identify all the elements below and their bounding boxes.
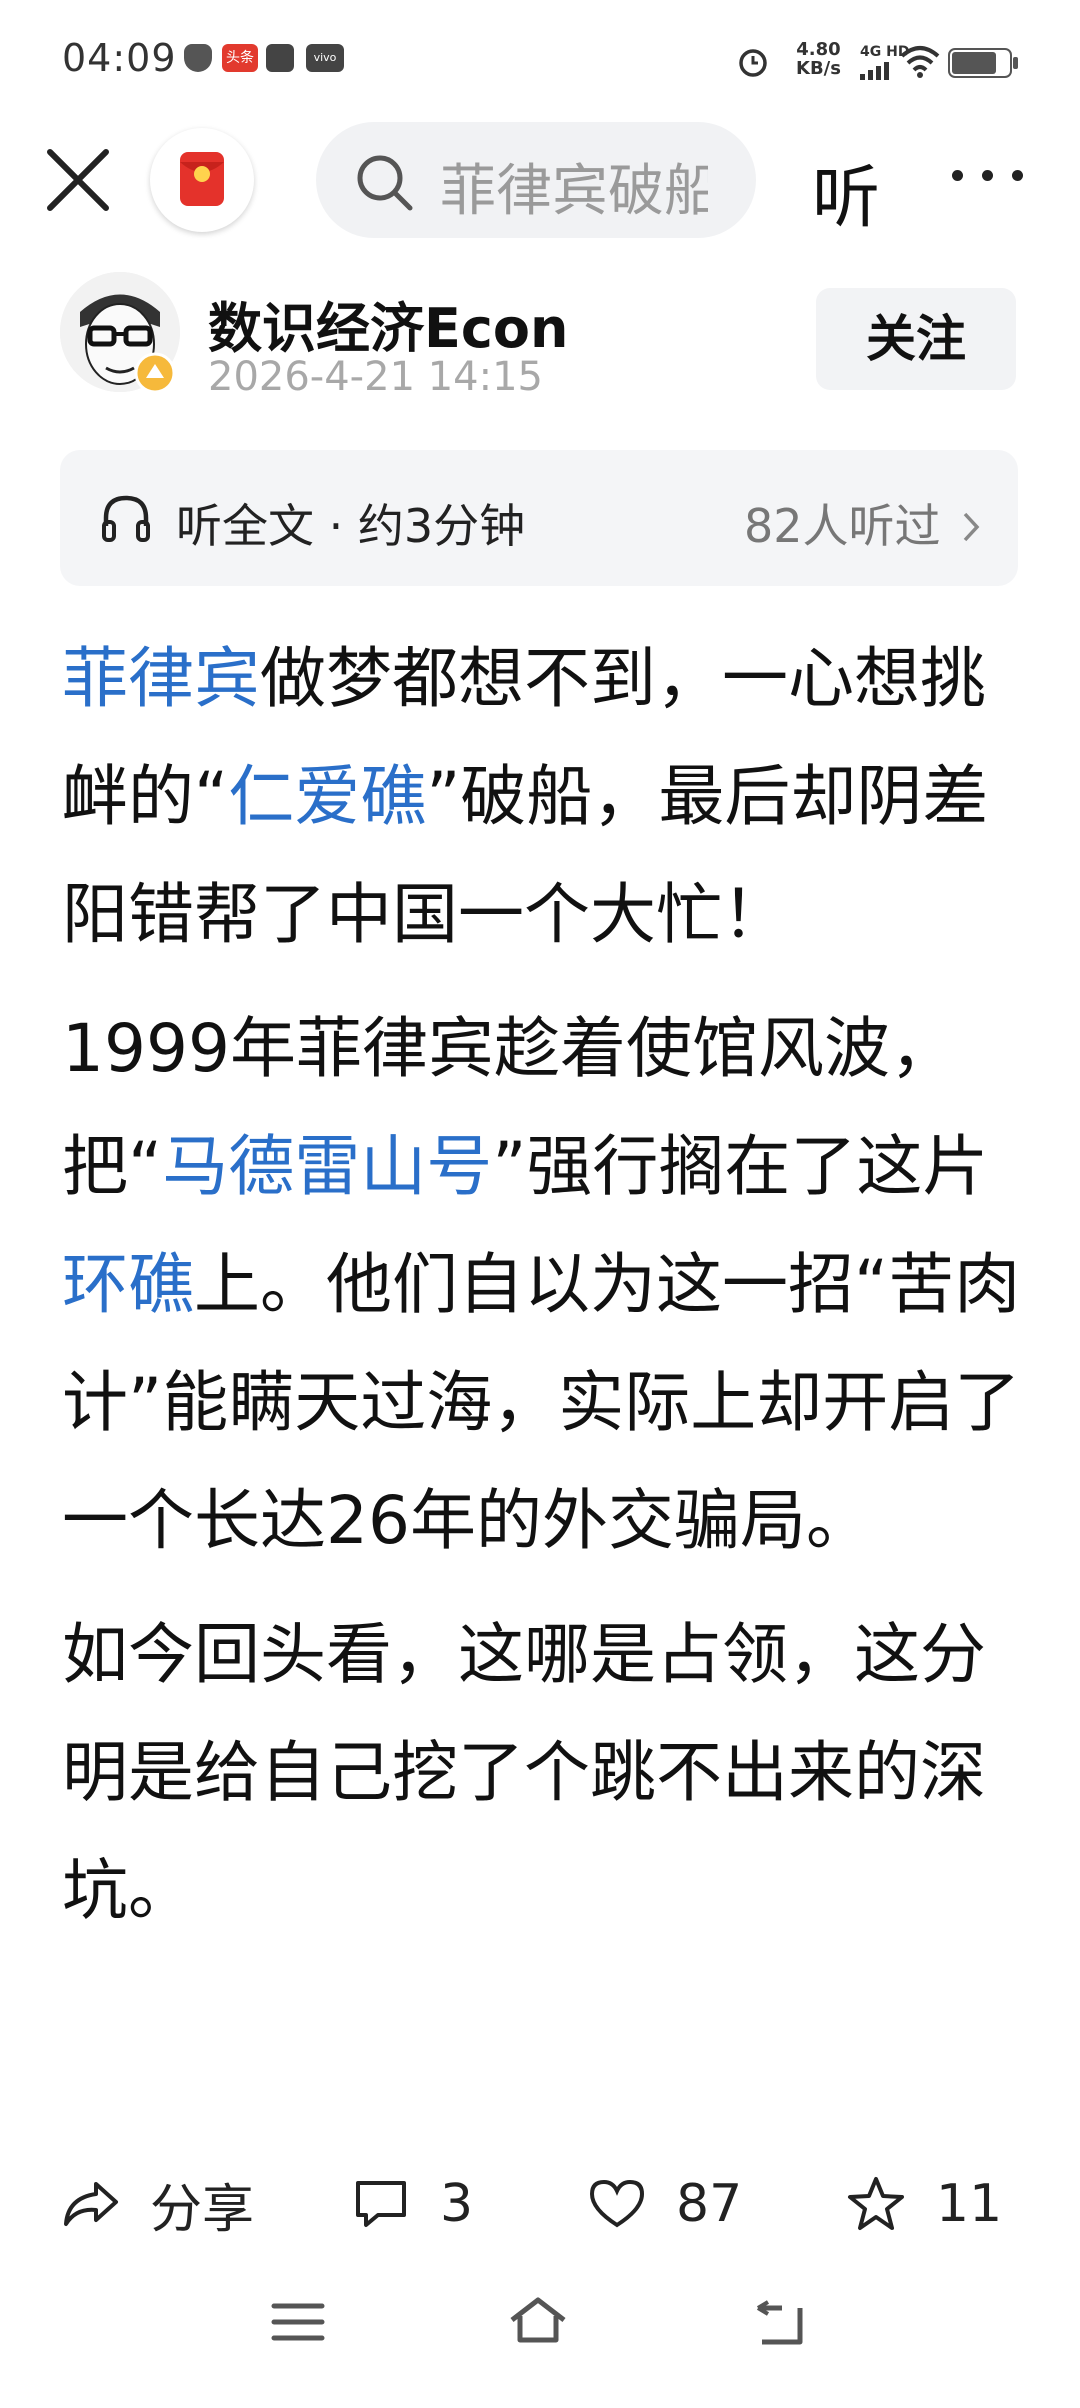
headphones-icon <box>102 495 150 542</box>
network-speed: 4.80 KB/s <box>796 39 841 79</box>
status-time: 04:09 <box>62 36 177 80</box>
listen-count-text: 82人听过 <box>744 499 941 553</box>
keyword-link[interactable]: 菲律宾 <box>62 640 260 717</box>
vivo-icon: vivo <box>306 44 344 72</box>
app-logo[interactable] <box>150 128 254 232</box>
comment-button[interactable]: 3 <box>352 2168 473 2240</box>
author-name[interactable]: 数识经济Econ <box>208 284 568 363</box>
star-icon <box>848 2177 904 2230</box>
chevron-right-icon <box>963 512 980 542</box>
article-body: 菲律宾做梦都想不到，一心想挑衅的“仁爱礁”破船，最后却阴差阳错帮了中国一个大忙！… <box>62 620 1024 1966</box>
share-button[interactable]: 分享 <box>62 2168 254 2240</box>
wifi-icon <box>900 46 940 78</box>
verified-badge-icon <box>134 352 176 394</box>
close-icon[interactable] <box>44 146 112 214</box>
listen-button[interactable]: 听 <box>812 142 880 241</box>
signal-icon <box>860 62 889 80</box>
menu-icon[interactable] <box>270 2300 326 2344</box>
follow-button[interactable]: 关注 <box>816 288 1016 390</box>
more-icon[interactable] <box>950 170 1030 190</box>
back-icon[interactable] <box>752 2300 808 2348</box>
favorite-count: 11 <box>936 2174 1003 2234</box>
article-paragraph: 如今回头看，这哪是占领，这分明是给自己挖了个跳不出来的深坑。 <box>62 1616 986 1929</box>
shield-icon <box>184 44 212 72</box>
heart-icon <box>589 2179 645 2228</box>
publish-date: 2026-4-21 14:15 <box>208 354 543 400</box>
share-label: 分享 <box>150 2179 255 2240</box>
keyword-link[interactable]: 仁爱礁 <box>228 758 426 835</box>
alarm-icon <box>739 49 767 77</box>
comment-icon <box>356 2181 406 2227</box>
like-button[interactable]: 87 <box>588 2168 742 2240</box>
battery-icon <box>948 48 1018 78</box>
red-envelope-icon <box>156 134 248 226</box>
toutiao-badge: 头条 <box>222 44 258 72</box>
share-icon <box>64 2182 118 2226</box>
listen-label: 听全文 · 约3分钟 <box>176 499 526 553</box>
keyword-link[interactable]: 环礁 <box>62 1246 194 1323</box>
article-paragraph: 菲律宾做梦都想不到，一心想挑衅的“仁爱礁”破船，最后却阴差阳错帮了中国一个大忙！ <box>62 640 989 953</box>
like-count: 87 <box>676 2174 743 2234</box>
comment-count: 3 <box>440 2174 474 2234</box>
search-query: 菲律宾破船 <box>440 159 708 224</box>
listen-count[interactable]: 82人听过 <box>744 490 983 556</box>
article-paragraph: 1999年菲律宾趁着使馆风波，把“马德雷山号”强行搁在了这片环礁上。他们自以为这… <box>62 1010 1021 1559</box>
keyword-link[interactable]: 马德雷山号 <box>162 1128 492 1205</box>
favorite-button[interactable]: 11 <box>846 2168 1002 2240</box>
home-icon[interactable] <box>506 2294 570 2348</box>
search-icon <box>357 155 413 211</box>
message-icon <box>266 44 294 72</box>
